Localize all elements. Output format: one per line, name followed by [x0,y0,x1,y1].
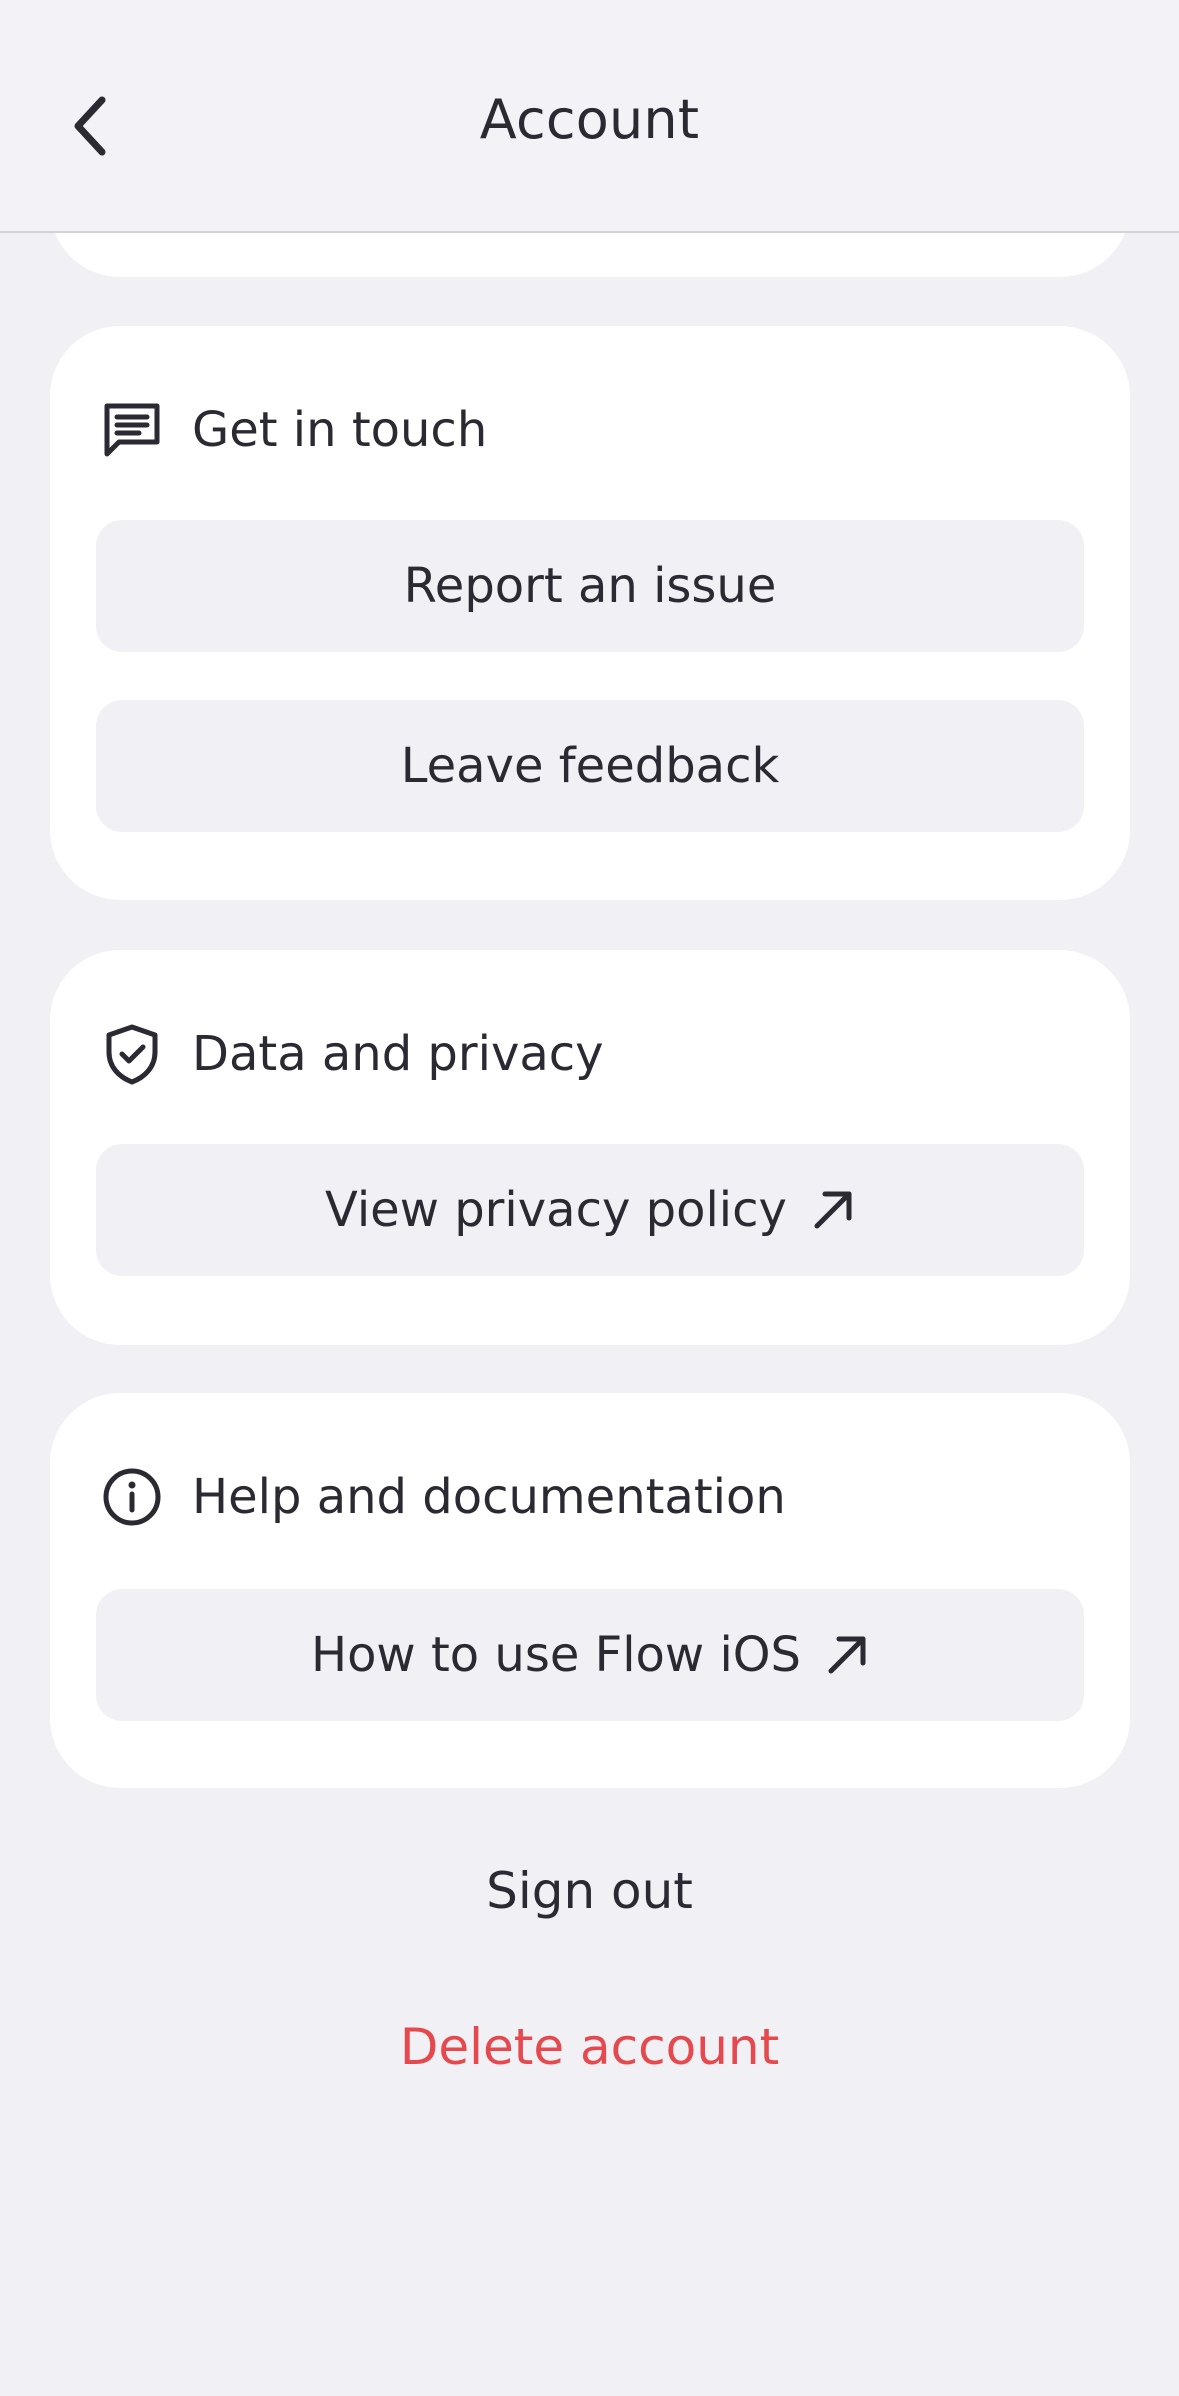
shield-check-icon [100,1022,164,1086]
help-documentation-title: Help and documentation [192,1469,786,1525]
help-documentation-header: Help and documentation [100,1463,786,1531]
data-privacy-card: Data and privacy View privacy policy [50,950,1130,1345]
navigation-header: Account [0,0,1179,233]
get-in-touch-card: Get in touch Report an issue Leave feedb… [50,326,1130,900]
arrow-up-right-icon [811,1188,855,1232]
help-documentation-card: Help and documentation How to use Flow i… [50,1393,1130,1788]
view-privacy-policy-label: View privacy policy [325,1182,787,1238]
how-to-use-flow-button[interactable]: How to use Flow iOS [96,1589,1084,1721]
report-issue-button[interactable]: Report an issue [96,520,1084,652]
arrow-up-right-icon [825,1633,869,1677]
sign-out-button[interactable]: Sign out [0,1862,1179,1920]
view-privacy-policy-button[interactable]: View privacy policy [96,1144,1084,1276]
data-privacy-title: Data and privacy [192,1026,604,1082]
message-square-icon [100,398,164,462]
get-in-touch-title: Get in touch [192,402,488,458]
data-privacy-header: Data and privacy [100,1020,604,1088]
page-title: Account [479,88,700,151]
get-in-touch-header: Get in touch [100,396,487,464]
account-screen: Account Get in touch Report an issue Lea… [0,0,1179,2396]
leave-feedback-button[interactable]: Leave feedback [96,700,1084,832]
how-to-use-flow-label: How to use Flow iOS [310,1627,802,1683]
info-circle-icon [100,1465,164,1529]
delete-account-button[interactable]: Delete account [0,2018,1179,2076]
